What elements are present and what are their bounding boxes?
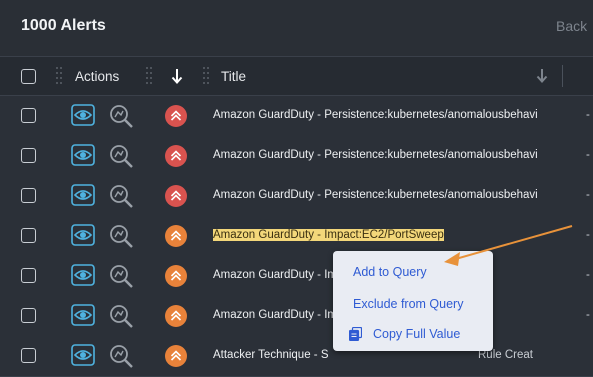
- table-row[interactable]: Amazon GuardDuty - Persistence:kubernete…: [0, 176, 593, 217]
- menu-item-exclude-from-query[interactable]: Exclude from Query: [353, 297, 463, 311]
- alert-title: Amazon GuardDuty - Persistence:kubernete…: [213, 109, 538, 121]
- copy-icon: [349, 327, 362, 341]
- magnifier-icon[interactable]: [108, 263, 134, 294]
- alert-title: Amazon GuardDuty - Im: [213, 309, 337, 321]
- column-resize-handle[interactable]: [203, 67, 209, 85]
- select-all-checkbox[interactable]: [21, 69, 36, 84]
- severity-chevron-up-double-icon: [165, 185, 187, 207]
- table-row[interactable]: Amazon GuardDuty - Im -: [0, 256, 593, 297]
- alerts-header: 1000 Alerts Back: [0, 0, 593, 57]
- extra-cell: -: [586, 149, 590, 161]
- row-checkbox[interactable]: [21, 108, 36, 123]
- context-menu: Add to Query Exclude from Query Copy Ful…: [333, 251, 493, 351]
- extra-cell: -: [586, 229, 590, 241]
- alert-title: Amazon GuardDuty - Impact:EC2/PortSweep: [213, 229, 444, 241]
- sort-arrow-down-icon[interactable]: [171, 67, 183, 85]
- extra-cell: -: [586, 109, 590, 121]
- magnifier-icon[interactable]: [108, 303, 134, 334]
- eye-icon[interactable]: [71, 344, 95, 371]
- magnifier-icon[interactable]: [108, 223, 134, 254]
- severity-chevron-up-double-icon: [165, 145, 187, 167]
- column-resize-handle[interactable]: [146, 67, 152, 85]
- eye-icon[interactable]: [71, 264, 95, 291]
- severity-chevron-up-double-icon: [165, 225, 187, 247]
- table-row[interactable]: Amazon GuardDuty - Impact:EC2/PortSweep -: [0, 216, 593, 257]
- table-row[interactable]: Amazon GuardDuty - Persistence:kubernete…: [0, 136, 593, 177]
- column-divider: [562, 65, 563, 87]
- extra-cell: -: [586, 269, 590, 281]
- row-checkbox[interactable]: [21, 308, 36, 323]
- menu-item-add-to-query[interactable]: Add to Query: [353, 265, 427, 279]
- alert-title: Amazon GuardDuty - Persistence:kubernete…: [213, 189, 538, 201]
- severity-chevron-up-double-icon: [165, 105, 187, 127]
- severity-chevron-up-double-icon: [165, 305, 187, 327]
- row-checkbox[interactable]: [21, 148, 36, 163]
- severity-chevron-up-double-icon: [165, 345, 187, 367]
- extra-cell: -: [586, 189, 590, 201]
- menu-item-copy-full-value[interactable]: Copy Full Value: [373, 327, 460, 341]
- eye-icon[interactable]: [71, 224, 95, 251]
- column-header-title[interactable]: Title: [221, 69, 246, 84]
- column-resize-handle[interactable]: [56, 67, 62, 85]
- alert-title-cell[interactable]: Amazon GuardDuty - Persistence:kubernete…: [213, 189, 578, 201]
- row-checkbox[interactable]: [21, 268, 36, 283]
- table-header: Actions Title: [0, 57, 593, 96]
- sort-arrow-down-icon[interactable]: [536, 68, 548, 84]
- alert-title: Attacker Technique - S: [213, 349, 329, 361]
- alert-title: Amazon GuardDuty - Persistence:kubernete…: [213, 149, 538, 161]
- row-checkbox[interactable]: [21, 188, 36, 203]
- alert-title: Amazon GuardDuty - Im: [213, 269, 337, 281]
- alert-title-cell[interactable]: Amazon GuardDuty - Impact:EC2/PortSweep: [213, 229, 578, 241]
- table-row[interactable]: Amazon GuardDuty - Persistence:kubernete…: [0, 96, 593, 137]
- magnifier-icon[interactable]: [108, 103, 134, 134]
- magnifier-icon[interactable]: [108, 143, 134, 174]
- table-row[interactable]: Attacker Technique - S Rule Creat: [0, 336, 593, 377]
- eye-icon[interactable]: [71, 184, 95, 211]
- alert-title-cell[interactable]: Amazon GuardDuty - Persistence:kubernete…: [213, 149, 578, 161]
- eye-icon[interactable]: [71, 144, 95, 171]
- alert-title-cell[interactable]: Amazon GuardDuty - Persistence:kubernete…: [213, 109, 578, 121]
- eye-icon[interactable]: [71, 304, 95, 331]
- column-header-actions[interactable]: Actions: [75, 69, 119, 84]
- page-title: 1000 Alerts: [21, 17, 106, 34]
- back-button[interactable]: Back: [556, 18, 587, 34]
- row-checkbox[interactable]: [21, 228, 36, 243]
- eye-icon[interactable]: [71, 104, 95, 131]
- extra-cell: -: [586, 309, 590, 321]
- row-checkbox[interactable]: [21, 348, 36, 363]
- table-row[interactable]: Amazon GuardDuty - Im -: [0, 296, 593, 337]
- severity-chevron-up-double-icon: [165, 265, 187, 287]
- magnifier-icon[interactable]: [108, 183, 134, 214]
